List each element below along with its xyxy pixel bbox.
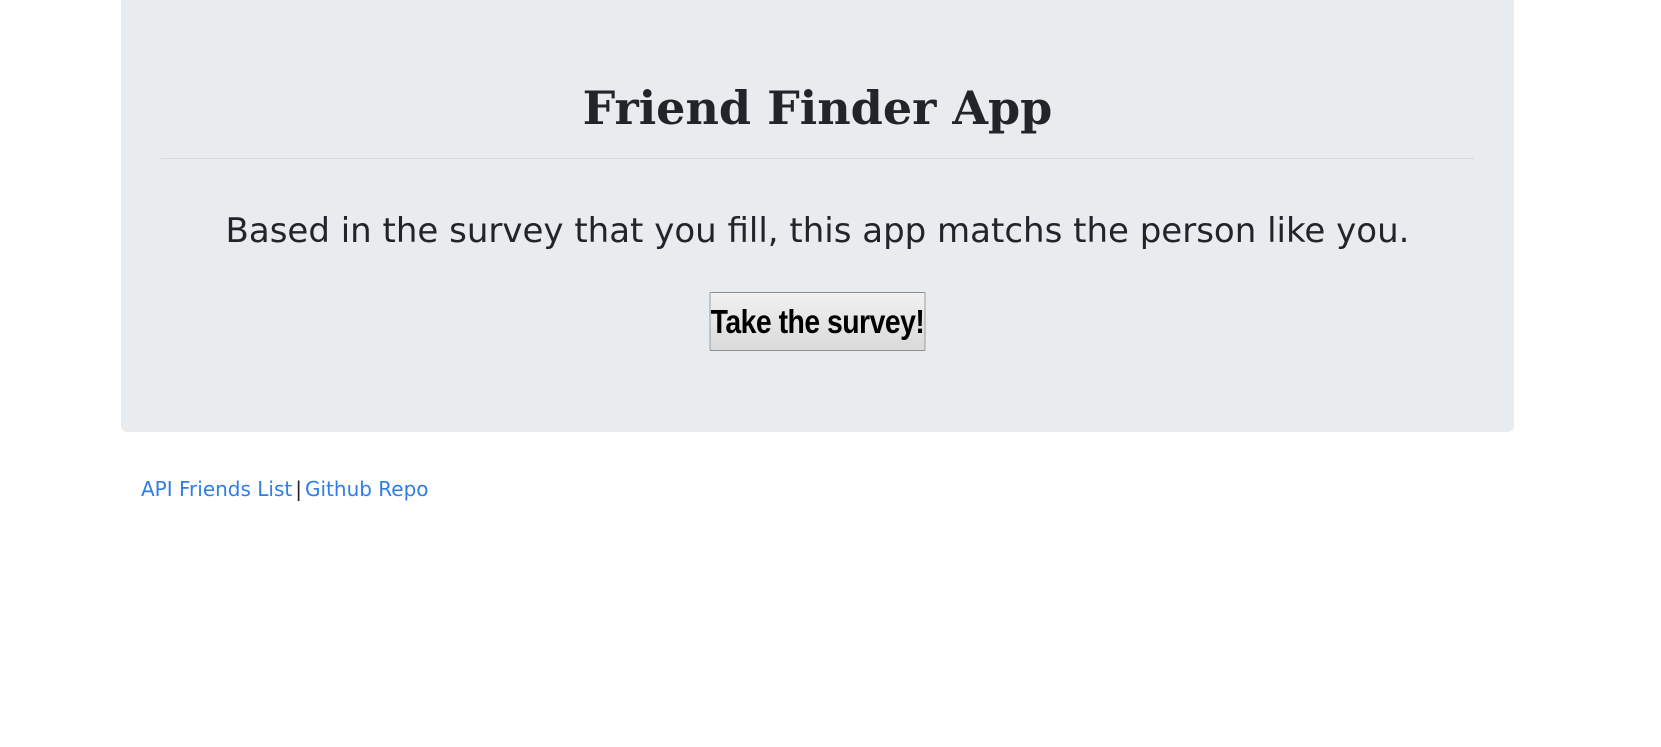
link-separator: | bbox=[295, 477, 302, 501]
take-survey-button[interactable]: Take the survey! bbox=[709, 292, 926, 351]
divider bbox=[161, 158, 1474, 159]
page: Friend Finder App Based in the survey th… bbox=[0, 0, 1661, 747]
footer-links: API Friends List | Github Repo bbox=[141, 474, 429, 504]
github-repo-link[interactable]: Github Repo bbox=[305, 477, 429, 501]
jumbotron: Friend Finder App Based in the survey th… bbox=[121, 0, 1514, 432]
api-friends-list-link[interactable]: API Friends List bbox=[141, 477, 292, 501]
page-title: Friend Finder App bbox=[582, 81, 1053, 135]
app-description: Based in the survey that you fill, this … bbox=[225, 211, 1410, 251]
